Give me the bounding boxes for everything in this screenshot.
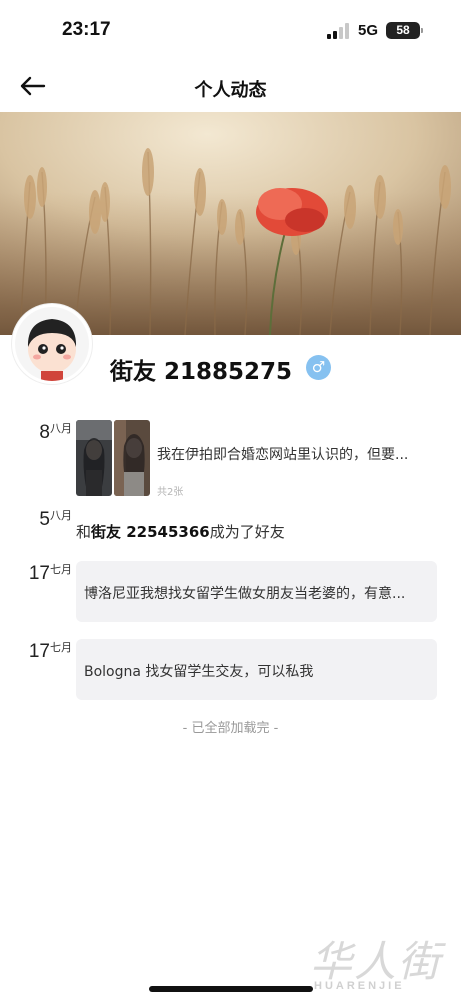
status-time: 23:17: [62, 19, 111, 40]
post-card[interactable]: 博洛尼亚我想找女留学生做女朋友当老婆的，有意...: [76, 561, 437, 622]
date-month: 八月: [50, 422, 72, 435]
post-photo[interactable]: [114, 420, 150, 496]
home-indicator[interactable]: [149, 986, 313, 992]
load-complete-text: - 已全部加载完 -: [182, 721, 279, 736]
date-month: 七月: [50, 563, 72, 576]
feed-item-date: 8八月: [0, 422, 72, 444]
date-day: 17: [28, 563, 50, 584]
status-bar: 23:17 5G 58: [0, 0, 461, 60]
activity-prefix: 和: [76, 523, 92, 541]
watermark-en: HUARENJIE: [314, 980, 405, 992]
cover-image: [0, 112, 461, 335]
signal-icon: [327, 23, 349, 39]
nickname: 街友 21885275: [110, 359, 293, 385]
battery-tip: [421, 28, 423, 33]
date-day: 17: [28, 641, 50, 662]
post-text: Bologna 找女留学生交友，可以私我: [84, 664, 314, 680]
post-photo[interactable]: [76, 420, 112, 496]
male-icon: ♂: [306, 355, 331, 380]
friend-activity: 和街友 22545366成为了好友: [76, 521, 285, 542]
avatar[interactable]: [12, 304, 92, 384]
photo-count: 共2张: [157, 487, 184, 498]
post-text[interactable]: 我在伊拍即合婚恋网站里认识的，但要...: [157, 444, 408, 464]
date-day: 5: [39, 509, 50, 530]
date-month: 七月: [50, 641, 72, 654]
feed-item-date: 17七月: [0, 563, 72, 585]
nav-bar: 个人动态: [0, 60, 461, 112]
post-card[interactable]: Bologna 找女留学生交友，可以私我: [76, 639, 437, 700]
post-text: 博洛尼亚我想找女留学生做女朋友当老婆的，有意...: [84, 586, 406, 602]
battery-icon: 58: [386, 22, 420, 39]
network-type: 5G: [358, 22, 379, 39]
watermark-logo: 华人街 HUARENJIE: [300, 928, 450, 998]
avatar-image: [15, 307, 89, 381]
date-day: 8: [39, 422, 50, 443]
date-month: 八月: [50, 509, 72, 522]
friend-name-link[interactable]: 街友 22545366: [91, 523, 210, 541]
activity-suffix: 成为了好友: [209, 523, 285, 541]
feed-item-date: 5八月: [0, 509, 72, 531]
feed-item-date: 17七月: [0, 641, 72, 663]
page-title: 个人动态: [194, 80, 267, 101]
